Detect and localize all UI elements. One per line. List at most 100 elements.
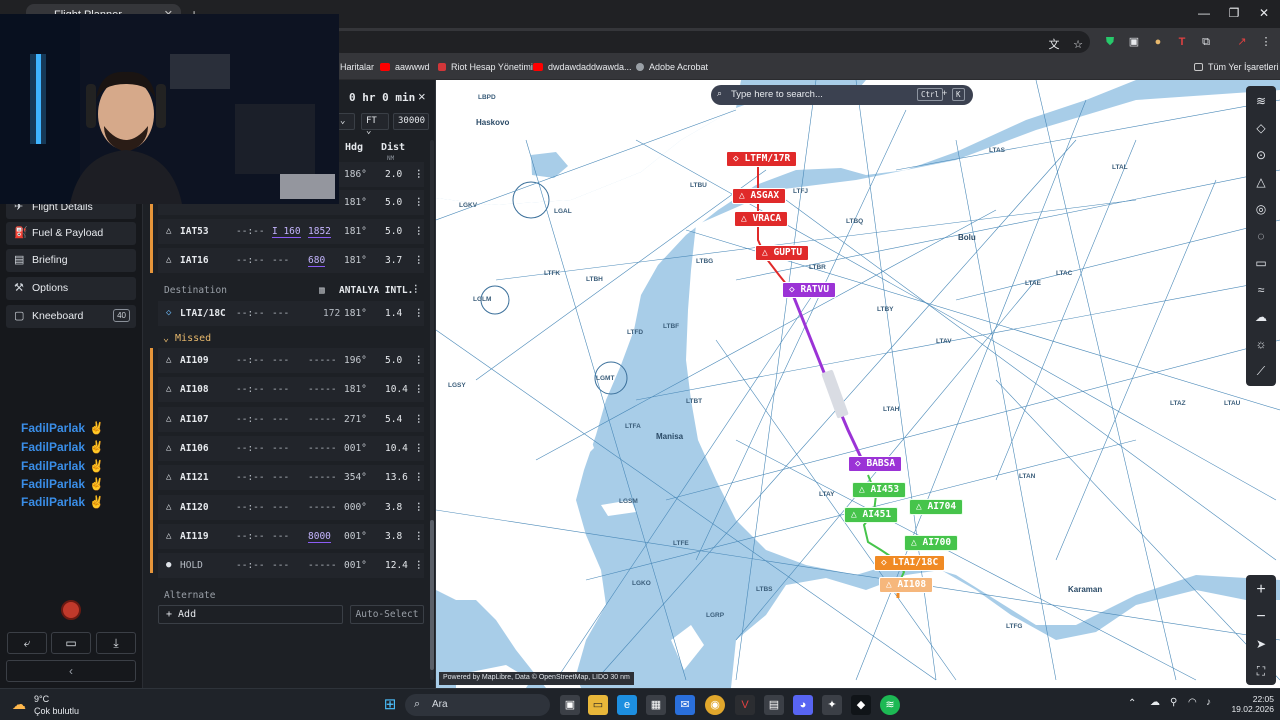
airspace-icon[interactable]: ◌ — [1246, 223, 1276, 249]
waypoint-label[interactable]: ◇ RATVU — [782, 282, 837, 298]
waypoint-label[interactable]: △ AI700 — [904, 535, 959, 551]
missed-row[interactable]: △ AI109 --:-- --- ----- 196° 5.0 ⋮ — [158, 348, 424, 373]
nav-options[interactable]: ⚒ Options — [6, 277, 136, 300]
collapse-sidebar-chevron-icon[interactable]: ‹ — [6, 660, 136, 682]
row-menu-icon[interactable]: ⋮ — [414, 560, 424, 571]
row-menu-icon[interactable]: ⋮ — [414, 443, 424, 454]
ndb-icon[interactable]: ◎ — [1246, 196, 1276, 222]
extension-icon[interactable]: ▣ — [1126, 34, 1142, 50]
minimize-icon[interactable]: — — [1196, 6, 1212, 20]
waypoint-label[interactable]: △ AI704 — [909, 499, 964, 515]
puzzle-icon[interactable]: ⧉ — [1198, 34, 1214, 50]
zoom-out-icon[interactable]: − — [1246, 604, 1276, 630]
altitude-unit-select[interactable]: FT ⌄ — [361, 113, 389, 136]
compass-icon[interactable]: ➤ — [1246, 631, 1276, 657]
waypoint-label[interactable]: △ VRACA — [734, 211, 789, 227]
waypoint-diamond-icon[interactable]: ◇ — [1246, 115, 1276, 141]
translate-icon[interactable]: 文 — [1046, 37, 1062, 53]
folder-icon[interactable]: ▭ — [51, 632, 91, 654]
row-menu-icon[interactable]: ⋮ — [414, 197, 424, 208]
tp-extension-icon[interactable]: T — [1174, 34, 1190, 50]
map-search-input[interactable]: ⌕ Type here to search... Ctrl + K — [711, 85, 973, 105]
bookmark-star-icon[interactable]: ☆ — [1070, 37, 1086, 53]
close-panel-icon[interactable]: × — [418, 89, 426, 104]
destination-row[interactable]: ◇ LTAI/18C --:-- --- 172 181° 1.4 ⋮ — [158, 301, 424, 326]
weather-icon[interactable]: ☁ — [12, 696, 26, 713]
row-menu-icon[interactable]: ⋮ — [414, 472, 424, 483]
import-icon[interactable]: ⤶ — [7, 632, 47, 654]
nav-fuel-payload[interactable]: ⛽ Fuel & Payload — [6, 222, 136, 245]
outlook-icon[interactable]: ✉ — [675, 695, 695, 715]
missed-row[interactable]: △ AI106 --:-- --- ----- 001° 10.4 ⋮ — [158, 436, 424, 461]
profile-extension-icon[interactable]: ● — [1150, 34, 1166, 50]
row-menu-icon[interactable]: ⋮ — [414, 255, 424, 266]
zoom-in-icon[interactable]: + — [1246, 577, 1276, 603]
wind-icon[interactable]: ≈ — [1246, 277, 1276, 303]
app-icon[interactable]: ▤ — [764, 695, 784, 715]
row-menu-icon[interactable]: ⋮ — [414, 308, 424, 319]
volume-icon[interactable]: ♪ — [1206, 697, 1211, 708]
row-menu-icon[interactable]: ⋮ — [414, 226, 424, 237]
profile-chart-icon[interactable]: ⟋ — [1246, 358, 1276, 384]
waypoint-label[interactable]: ◇ LTAI/18C — [874, 555, 946, 571]
bookmark-youtube-1[interactable]: aawwwd — [380, 62, 430, 72]
bookmark-adobe[interactable]: Adobe Acrobat — [636, 62, 708, 72]
spotify-icon[interactable]: ≋ — [880, 695, 900, 715]
fix-triangle-icon[interactable]: △ — [1246, 169, 1276, 195]
task-view-icon[interactable]: ▣ — [560, 695, 580, 715]
bookmark-maps[interactable]: Haritalar — [340, 62, 374, 72]
file-explorer-icon[interactable]: ▭ — [588, 695, 608, 715]
store-icon[interactable]: ▦ — [646, 695, 666, 715]
waypoint-label[interactable]: △ AI451 — [844, 507, 899, 523]
taskbar-search[interactable]: ⌕ Ara — [405, 694, 550, 716]
vor-icon[interactable]: ⊙ — [1246, 142, 1276, 168]
game-icon[interactable]: ◆ — [851, 695, 871, 715]
start-icon[interactable]: ⊞ — [380, 695, 400, 715]
row-menu-icon[interactable]: ⋮ — [414, 414, 424, 425]
temperature[interactable]: 9°C — [34, 694, 49, 704]
discord-icon[interactable]: ◕ — [793, 695, 813, 715]
row-speed-constraint[interactable]: I 160 — [272, 226, 301, 238]
map-view[interactable]: Haskovo Bolu Manisa Karaman LBPD LTBU LT… — [436, 80, 1280, 688]
sun-icon[interactable]: ☼ — [1246, 331, 1276, 357]
row-menu-icon[interactable]: ⋮ — [414, 502, 424, 513]
chevron-up-icon[interactable]: ⌃ — [1128, 698, 1136, 709]
missed-row[interactable]: △ AI119 --:-- --- 8000 001° 3.8 ⋮ — [158, 524, 424, 549]
panel-scrollbar-thumb[interactable] — [430, 520, 434, 670]
cruise-altitude-input[interactable]: 30000 — [393, 113, 429, 130]
missed-approach-toggle[interactable]: ⌄ Missed — [163, 333, 211, 344]
waypoint-label[interactable]: ◇ LTFM/17R — [726, 151, 798, 167]
system-clock[interactable]: 22:05 19.02.2026 — [1228, 694, 1274, 714]
row-menu-icon[interactable]: ⋮ — [414, 169, 424, 180]
bookmark-youtube-2[interactable]: dwdawdaddwawda... — [533, 62, 632, 72]
app-icon[interactable]: ✦ — [822, 695, 842, 715]
map-canvas[interactable] — [436, 80, 1280, 688]
waypoint-label[interactable]: △ AI108 — [879, 577, 934, 593]
waypoint-label[interactable]: △ GUPTU — [755, 245, 810, 261]
close-window-icon[interactable]: ✕ — [1256, 6, 1272, 20]
row-menu-icon[interactable]: ⋮ — [414, 531, 424, 542]
destination-menu-icon[interactable]: ⋮ — [411, 284, 421, 295]
missed-row[interactable]: △ AI107 --:-- --- ----- 271° 5.4 ⋮ — [158, 407, 424, 432]
map-attribution[interactable]: Powered by MapLibre, Data © OpenStreetMa… — [439, 672, 634, 685]
fullscreen-icon[interactable]: ⛶ — [1246, 658, 1276, 684]
missed-row[interactable]: ● HOLD --:-- --- ----- 001° 12.4 ⋮ — [158, 553, 424, 578]
maximize-icon[interactable]: ❐ — [1226, 6, 1242, 20]
add-alternate-button[interactable]: + Add — [158, 605, 343, 624]
row-menu-icon[interactable]: ⋮ — [414, 384, 424, 395]
edge-icon[interactable]: e — [617, 695, 637, 715]
missed-row[interactable]: △ AI108 --:-- --- ----- 181° 10.4 ⋮ — [158, 377, 424, 402]
url-field[interactable]: 文 ☆ — [330, 31, 1090, 53]
valorant-icon[interactable]: V — [735, 695, 755, 715]
network-icon[interactable]: ☁ — [1150, 697, 1160, 708]
layers-icon[interactable]: ≋ — [1246, 88, 1276, 114]
sync-icon[interactable]: ↗ — [1234, 34, 1250, 50]
auto-select-button[interactable]: Auto-Select — [350, 605, 424, 624]
wifi-icon[interactable]: ◠ — [1188, 697, 1197, 708]
waypoint-label[interactable]: △ ASGAX — [732, 188, 787, 204]
microphone-icon[interactable]: ⚲ — [1170, 697, 1177, 708]
download-icon[interactable]: ⤓ — [96, 632, 136, 654]
nav-briefing[interactable]: ▤ Briefing — [6, 249, 136, 272]
row-altitude-constraint[interactable]: 8000 — [308, 531, 331, 543]
chrome-menu-icon[interactable]: ⋮ — [1258, 34, 1274, 50]
